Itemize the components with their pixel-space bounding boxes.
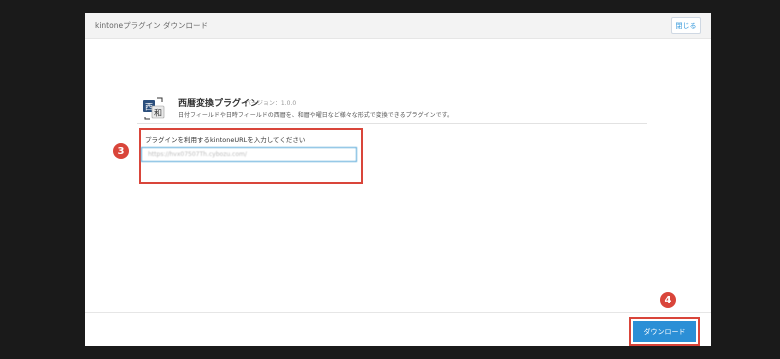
step-3-badge: 3 (113, 143, 129, 159)
divider (137, 123, 647, 124)
japanese-calendar-plugin-icon: 西 和 (143, 97, 165, 120)
download-button[interactable]: ダウンロード (633, 321, 696, 342)
dialog-title: kintoneプラグイン ダウンロード (95, 21, 208, 30)
url-field-label: プラグインを利用するkintoneURLを入力してください (145, 136, 306, 144)
close-button[interactable]: 閉じる (671, 17, 701, 34)
download-dialog: kintoneプラグイン ダウンロード 閉じる 西 和 西暦変換プラグイン バー… (85, 13, 711, 346)
step-4-badge: 4 (660, 292, 676, 308)
plugin-version: バージョン：1.0.0 (245, 100, 297, 107)
footer-divider (85, 312, 711, 313)
plugin-description: 日付フィールドや日時フィールドの西暦を、和暦や曜日など様々な形式で変換できるプラ… (178, 112, 454, 119)
svg-text:和: 和 (154, 109, 162, 118)
kintone-url-input[interactable] (141, 147, 357, 162)
dialog-header: kintoneプラグイン ダウンロード 閉じる (85, 13, 711, 39)
